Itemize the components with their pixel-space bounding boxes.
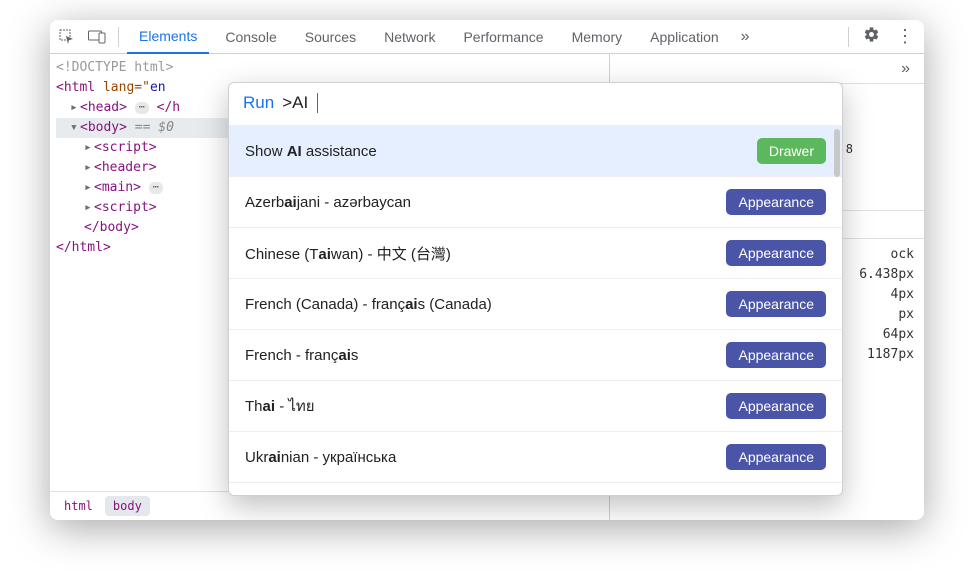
right-tabs-overflow-icon[interactable]: » bbox=[895, 60, 916, 78]
command-item-label: French - français bbox=[245, 347, 358, 364]
command-item[interactable]: Ukrainian - українська Appearance bbox=[229, 431, 842, 482]
command-item-badge: Appearance bbox=[726, 291, 826, 317]
command-item[interactable]: French (Canada) - français (Canada) Appea… bbox=[229, 278, 842, 329]
command-item-badge: Drawer bbox=[757, 138, 826, 164]
settings-gear-icon[interactable] bbox=[857, 26, 886, 48]
text-cursor bbox=[317, 93, 318, 113]
tab-memory[interactable]: Memory bbox=[560, 20, 635, 53]
command-item-badge: Appearance bbox=[726, 342, 826, 368]
tabs-overflow-icon[interactable]: » bbox=[735, 28, 756, 46]
right-panel-tabs: » bbox=[610, 54, 924, 84]
divider bbox=[118, 27, 119, 47]
command-item[interactable]: Thai - ไทย Appearance bbox=[229, 380, 842, 431]
tab-performance[interactable]: Performance bbox=[451, 20, 555, 53]
tab-network[interactable]: Network bbox=[372, 20, 447, 53]
command-item[interactable]: Chinese (Taiwan) - 中文 (台灣) Appearance bbox=[229, 227, 842, 278]
crumb-body[interactable]: body bbox=[105, 496, 150, 516]
box-margin-right: 8 bbox=[846, 142, 853, 156]
crumb-html[interactable]: html bbox=[56, 496, 101, 516]
doctype: <!DOCTYPE html> bbox=[56, 60, 173, 75]
html-tag: html bbox=[64, 80, 95, 95]
command-item[interactable]: French - français Appearance bbox=[229, 329, 842, 380]
selected-marker: == $0 bbox=[127, 120, 174, 135]
divider bbox=[848, 27, 849, 47]
device-toolbar-icon[interactable] bbox=[84, 24, 110, 50]
command-menu: Run >AI Show AI assistance Drawer Azerbaij… bbox=[228, 82, 843, 496]
attr-name: lang bbox=[103, 80, 134, 95]
command-list: Show AI assistance Drawer Azerbaijani - az… bbox=[229, 125, 842, 495]
command-input-row[interactable]: Run >AI bbox=[229, 83, 842, 125]
devtools-window: Elements Console Sources Network Perform… bbox=[50, 20, 924, 520]
inspect-icon[interactable] bbox=[54, 24, 80, 50]
tab-console[interactable]: Console bbox=[213, 20, 288, 53]
command-query: >AI bbox=[282, 93, 308, 113]
command-item-label: Thai - ไทย bbox=[245, 394, 315, 418]
command-item[interactable]: Azerbaijani - azərbaycan Appearance bbox=[229, 176, 842, 227]
more-menu-icon[interactable]: ⋮ bbox=[890, 26, 920, 47]
attr-value: en bbox=[150, 80, 166, 95]
command-item-badge: Appearance bbox=[726, 189, 826, 215]
command-item-label: French (Canada) - français (Canada) bbox=[245, 296, 492, 313]
command-item-label: Azerbaijani - azərbaycan bbox=[245, 194, 411, 211]
command-item-badge: Appearance bbox=[726, 240, 826, 266]
tab-application[interactable]: Application bbox=[638, 20, 731, 53]
scrollbar[interactable] bbox=[834, 129, 840, 177]
command-item-label: Ukrainian - українська bbox=[245, 449, 396, 466]
tab-elements[interactable]: Elements bbox=[127, 21, 209, 54]
command-prompt-label: Run bbox=[243, 93, 274, 113]
tab-bar: Elements Console Sources Network Perform… bbox=[50, 20, 924, 54]
command-item-badge: Appearance bbox=[726, 444, 826, 470]
tab-sources[interactable]: Sources bbox=[293, 20, 368, 53]
command-item-badge: Appearance bbox=[726, 393, 826, 419]
command-item-label: Chinese (Taiwan) - 中文 (台灣) bbox=[245, 243, 451, 264]
command-item[interactable]: Show AI assistance Drawer bbox=[229, 125, 842, 176]
command-item-label: Show AI assistance bbox=[245, 143, 377, 160]
command-item[interactable]: Show ApplicationPanel bbox=[229, 482, 842, 495]
